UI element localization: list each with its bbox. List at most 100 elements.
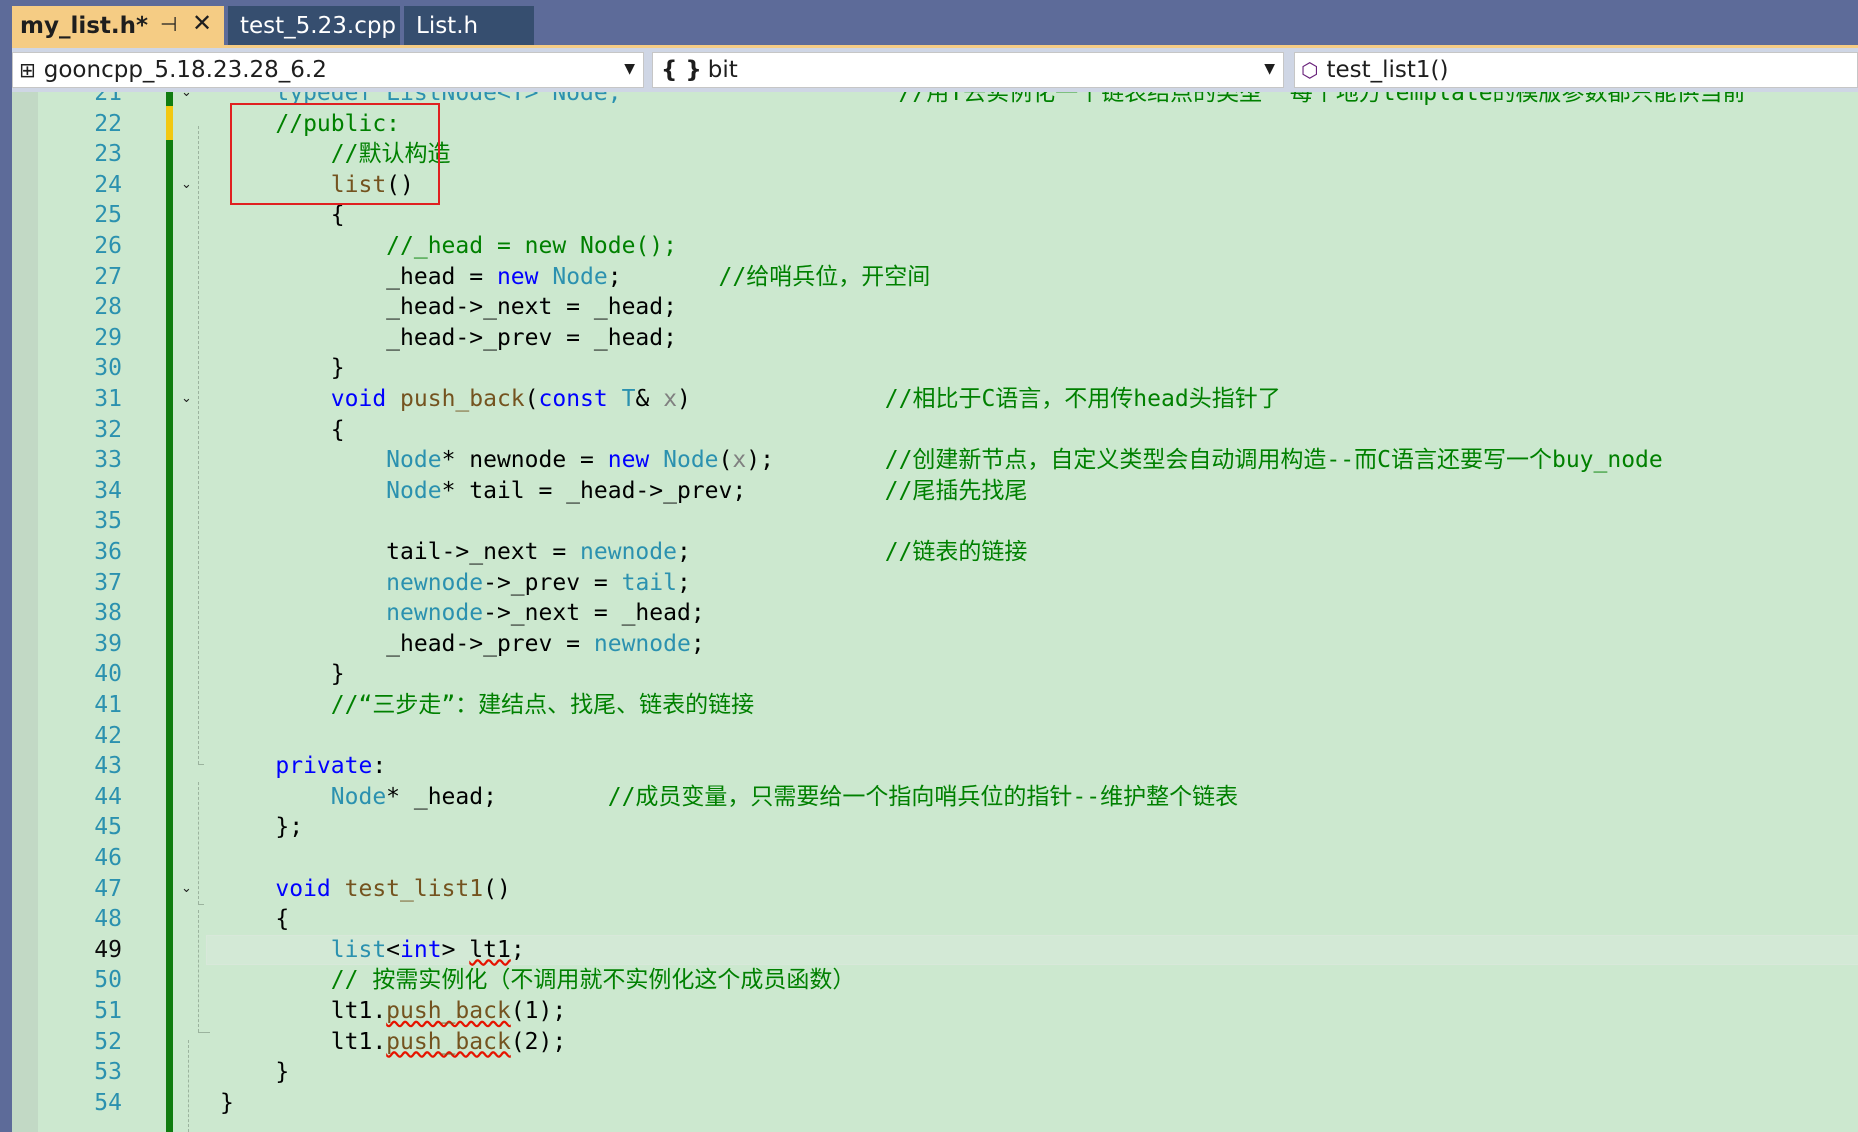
- pin-icon[interactable]: ⊣: [160, 12, 177, 36]
- code-line[interactable]: 48 {: [12, 904, 1858, 935]
- code-token: ->_next = _head;: [483, 600, 705, 627]
- line-number: 50: [94, 967, 122, 994]
- line-number: 45: [94, 814, 122, 841]
- close-icon[interactable]: ✕: [192, 9, 212, 37]
- code-text: Node* tail = _head->_prev; //尾插先找尾: [220, 476, 1027, 507]
- line-number: 29: [94, 324, 122, 351]
- project-dropdown[interactable]: ⊞ gooncpp_5.18.23.28_6.2 ▼: [12, 52, 644, 88]
- code-token: T: [621, 386, 636, 412]
- line-number: 27: [94, 263, 122, 290]
- code-line[interactable]: 29 _head->_prev = _head;: [12, 323, 1858, 354]
- code-token: (2);: [510, 1028, 567, 1055]
- function-cube-icon: ⬡: [1301, 58, 1319, 82]
- code-token: ;: [676, 569, 691, 596]
- code-line[interactable]: 36 tail->_next = newnode; //链表的链接: [12, 537, 1858, 568]
- code-token: * newnode =: [441, 447, 608, 474]
- code-token: >: [441, 936, 470, 963]
- code-line[interactable]: 53 }: [12, 1057, 1858, 1088]
- code-token: Node: [220, 447, 442, 474]
- code-line[interactable]: 39 _head->_prev = newnode;: [12, 629, 1858, 660]
- tab-label: List.h: [416, 13, 479, 39]
- code-text: Node* _head; //成员变量，只需要给一个指向哨兵位的指针--维护整个…: [220, 782, 1238, 813]
- code-token: test_list1: [344, 875, 484, 902]
- scope-dropdown[interactable]: { } bit ▼: [652, 52, 1284, 88]
- code-text: void test_list1(): [220, 874, 510, 905]
- code-line[interactable]: 31 ⌄ void push_back(const T& x) //相比于C语言，…: [12, 384, 1858, 415]
- code-token: void: [220, 386, 387, 412]
- line-number: 35: [94, 508, 122, 535]
- code-token: (: [524, 386, 539, 412]
- code-line[interactable]: 51 lt1.push_back(1);: [12, 996, 1858, 1027]
- code-line[interactable]: 38 newnode->_next = _head;: [12, 598, 1858, 629]
- member-name: test_list1(): [1326, 57, 1449, 83]
- code-line[interactable]: 34 Node* tail = _head->_prev; //尾插先找尾: [12, 476, 1858, 507]
- line-number: 34: [94, 477, 122, 504]
- code-token: //_head = new Node();: [220, 233, 677, 259]
- line-number: 38: [94, 600, 122, 627]
- code-token: // 按需实例化（不调用就不实例化这个成员函数）: [220, 967, 856, 994]
- code-line[interactable]: 46: [12, 843, 1858, 874]
- code-token: lt1.: [220, 998, 387, 1024]
- code-token: &: [635, 386, 664, 412]
- project-name: gooncpp_5.18.23.28_6.2: [43, 57, 327, 83]
- tab-my-list-h[interactable]: my_list.h* ⊣ ✕: [12, 6, 224, 46]
- line-number: 32: [94, 416, 122, 443]
- code-line[interactable]: 45 };: [12, 812, 1858, 843]
- code-token: int: [400, 936, 442, 963]
- code-token: newnode: [220, 569, 484, 596]
- code-line[interactable]: 32 {: [12, 415, 1858, 446]
- code-token: <: [386, 936, 401, 963]
- code-line[interactable]: 35: [12, 506, 1858, 537]
- code-text: newnode->_prev = tail;: [220, 568, 691, 599]
- line-number: 26: [94, 233, 122, 259]
- line-number: 24: [94, 171, 122, 198]
- code-text: };: [220, 812, 303, 843]
- code-line[interactable]: 50 // 按需实例化（不调用就不实例化这个成员函数）: [12, 965, 1858, 996]
- tab-test-5-23-cpp[interactable]: test_5.23.cpp: [228, 6, 400, 46]
- code-line[interactable]: 30 }: [12, 353, 1858, 384]
- code-text: // 按需实例化（不调用就不实例化这个成员函数）: [220, 965, 856, 996]
- tab-list-h[interactable]: List.h: [404, 6, 534, 46]
- code-text: }: [220, 1057, 289, 1088]
- fold-toggle-icon[interactable]: ⌄: [180, 178, 193, 191]
- code-token: );: [746, 447, 885, 474]
- line-number: 54: [94, 1089, 122, 1116]
- member-dropdown[interactable]: ⬡ test_list1(): [1294, 52, 1858, 88]
- code-line[interactable]: 27 _head = new Node; //给哨兵位，开空间: [12, 262, 1858, 293]
- code-token: ): [677, 386, 885, 412]
- code-line[interactable]: 28 _head->_next = _head;: [12, 292, 1858, 323]
- code-text: tail->_next = newnode; //链表的链接: [220, 537, 1027, 568]
- code-editor[interactable]: 21 ⌄ typedef ListNode<T> Node; //用T去实例化一个…: [12, 92, 1858, 1132]
- fold-toggle-icon[interactable]: ⌄: [180, 92, 193, 99]
- code-line[interactable]: 52 lt1.push_back(2);: [12, 1027, 1858, 1058]
- code-token: (1);: [510, 998, 567, 1024]
- code-line[interactable]: 33 Node* newnode = new Node(x); //创建新节点，…: [12, 445, 1858, 476]
- code-token: ;: [690, 630, 705, 657]
- code-token: _head->_prev =: [220, 630, 594, 657]
- code-token: lt1: [469, 936, 511, 963]
- scope-name: bit: [707, 57, 738, 83]
- code-line[interactable]: 49 list<int> lt1;: [12, 935, 1858, 966]
- code-token: {: [220, 906, 290, 933]
- code-line[interactable]: 54}: [12, 1088, 1858, 1119]
- code-token: }: [220, 1089, 234, 1116]
- code-line[interactable]: 42: [12, 721, 1858, 752]
- code-text: }: [220, 353, 345, 384]
- line-number: 41: [94, 692, 122, 718]
- code-line[interactable]: 47 ⌄ void test_list1(): [12, 874, 1858, 905]
- code-line[interactable]: 40 }: [12, 659, 1858, 690]
- line-number: 49: [94, 936, 122, 963]
- line-number: 21: [94, 92, 122, 106]
- tab-label: test_5.23.cpp: [240, 13, 397, 39]
- code-line[interactable]: 41 //“三步走”：建结点、找尾、链表的链接: [12, 690, 1858, 721]
- code-line[interactable]: 26 //_head = new Node();: [12, 231, 1858, 262]
- fold-toggle-icon[interactable]: ⌄: [180, 882, 193, 895]
- code-line[interactable]: 37 newnode->_prev = tail;: [12, 568, 1858, 599]
- fold-toggle-icon[interactable]: ⌄: [180, 392, 193, 405]
- code-line[interactable]: 44 Node* _head; //成员变量，只需要给一个指向哨兵位的指针--维…: [12, 782, 1858, 813]
- line-number: 52: [94, 1028, 122, 1055]
- line-number: 40: [94, 661, 122, 688]
- code-token: }: [220, 1059, 290, 1086]
- code-line[interactable]: 43 private:: [12, 751, 1858, 782]
